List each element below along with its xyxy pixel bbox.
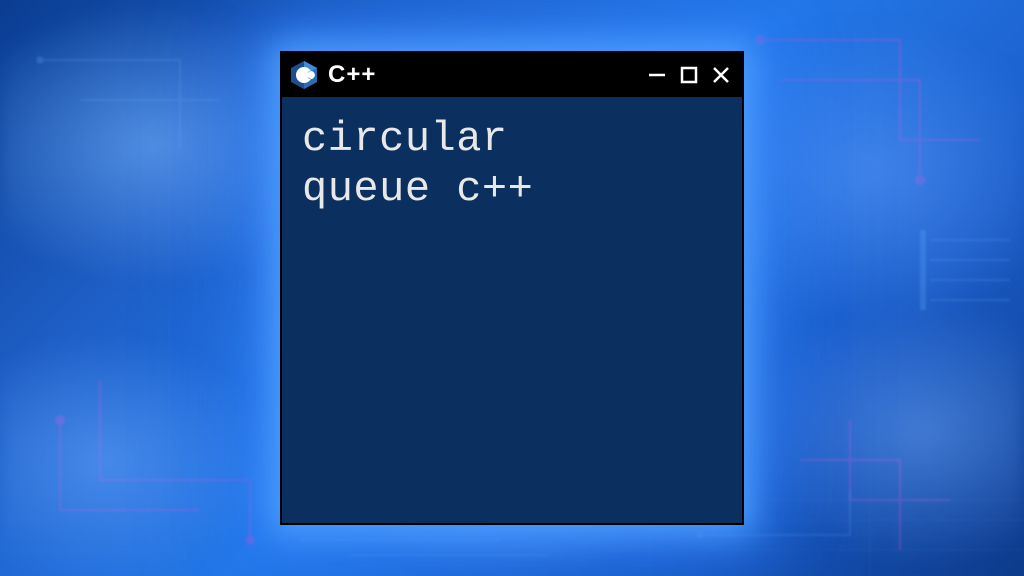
window-title: C++	[328, 61, 638, 89]
cpp-logo-icon	[288, 59, 320, 91]
terminal-window: C++ circular queue c++	[280, 51, 744, 525]
titlebar: C++	[282, 53, 742, 97]
terminal-content: circular queue c++	[282, 97, 742, 232]
minimize-button[interactable]	[646, 64, 668, 86]
window-controls	[646, 64, 732, 86]
maximize-button[interactable]	[678, 64, 700, 86]
close-button[interactable]	[710, 64, 732, 86]
